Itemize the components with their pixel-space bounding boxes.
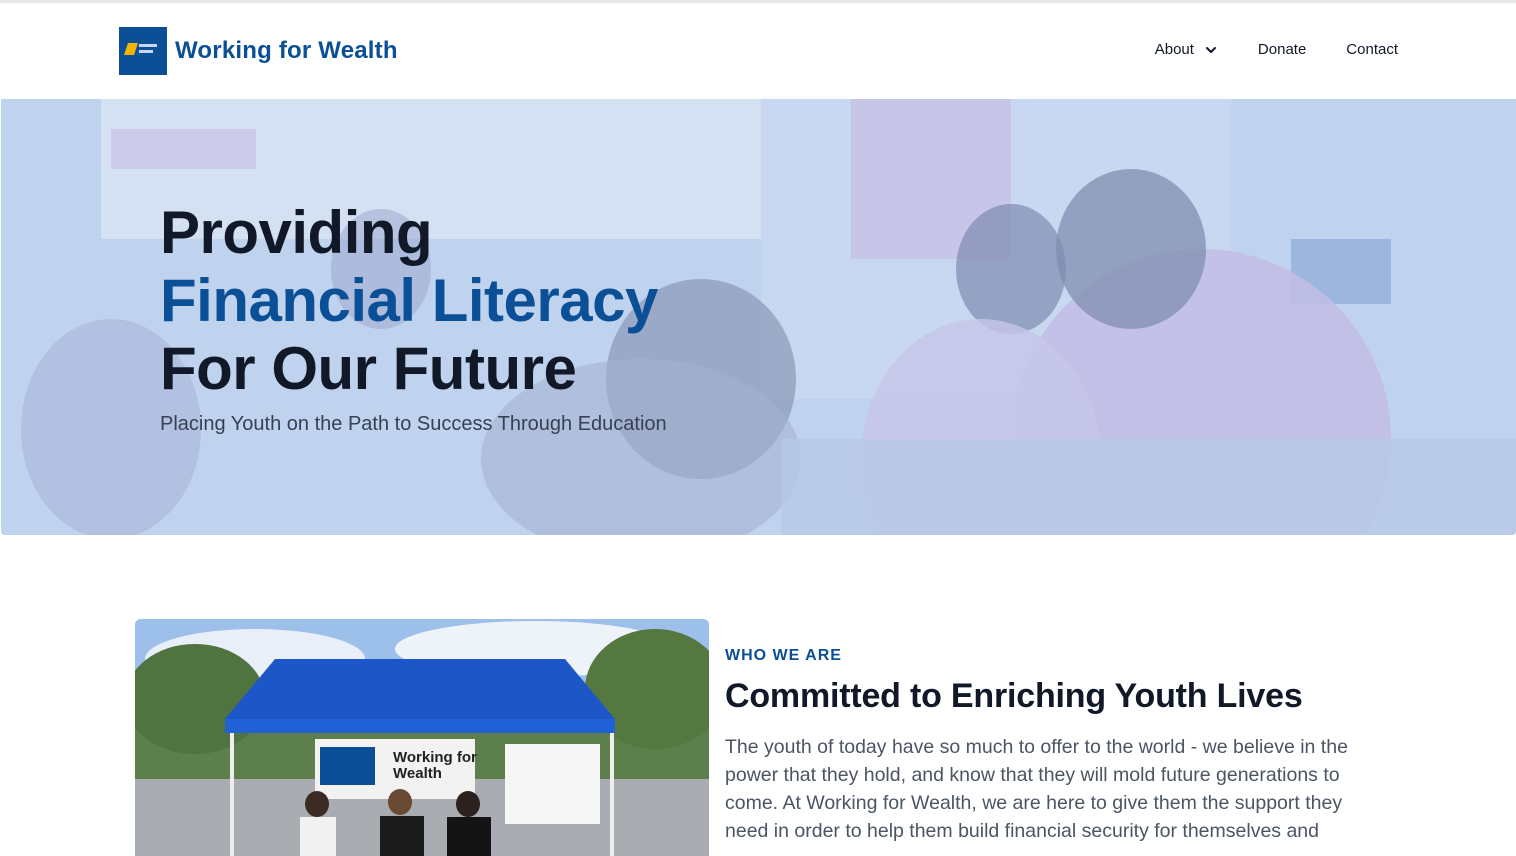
nav-item-contact-label: Contact [1346, 41, 1398, 58]
section-body: The youth of today have so much to offer… [725, 736, 1348, 842]
event-tent-photo: Working for Wealth [135, 619, 709, 856]
logo [119, 27, 167, 75]
tent-banner-text: Working for Wealth [393, 749, 477, 782]
hero-title-line-2: Financial Literacy [160, 267, 658, 334]
chevron-down-icon [1205, 46, 1216, 53]
nav-item-about[interactable]: About [1155, 41, 1218, 58]
hero-banner: Providing Financial Literacy For Our Fut… [1, 99, 1516, 535]
nav-item-donate-label: Donate [1257, 41, 1307, 58]
hero-subtitle: Placing Youth on the Path to Success Thr… [160, 413, 667, 435]
section-eyebrow: WHO WE ARE [725, 647, 842, 664]
section-title: Committed to Enriching Youth Lives [725, 677, 1303, 715]
brand-name: Working for Wealth [175, 37, 398, 64]
hero-title-line-3: For Our Future [160, 335, 577, 402]
hero-title-line-1: Providing [160, 199, 433, 266]
nav-item-contact[interactable]: Contact [1346, 41, 1398, 58]
event-tent-illustration [135, 619, 709, 856]
site-header: Working for Wealth About Donate Contact [0, 3, 1516, 99]
nav-item-about-label: About [1154, 41, 1194, 58]
main-nav: About Donate Contact [1155, 41, 1398, 58]
nav-item-donate[interactable]: Donate [1258, 41, 1306, 58]
brand-link[interactable]: Working for Wealth [119, 27, 398, 75]
